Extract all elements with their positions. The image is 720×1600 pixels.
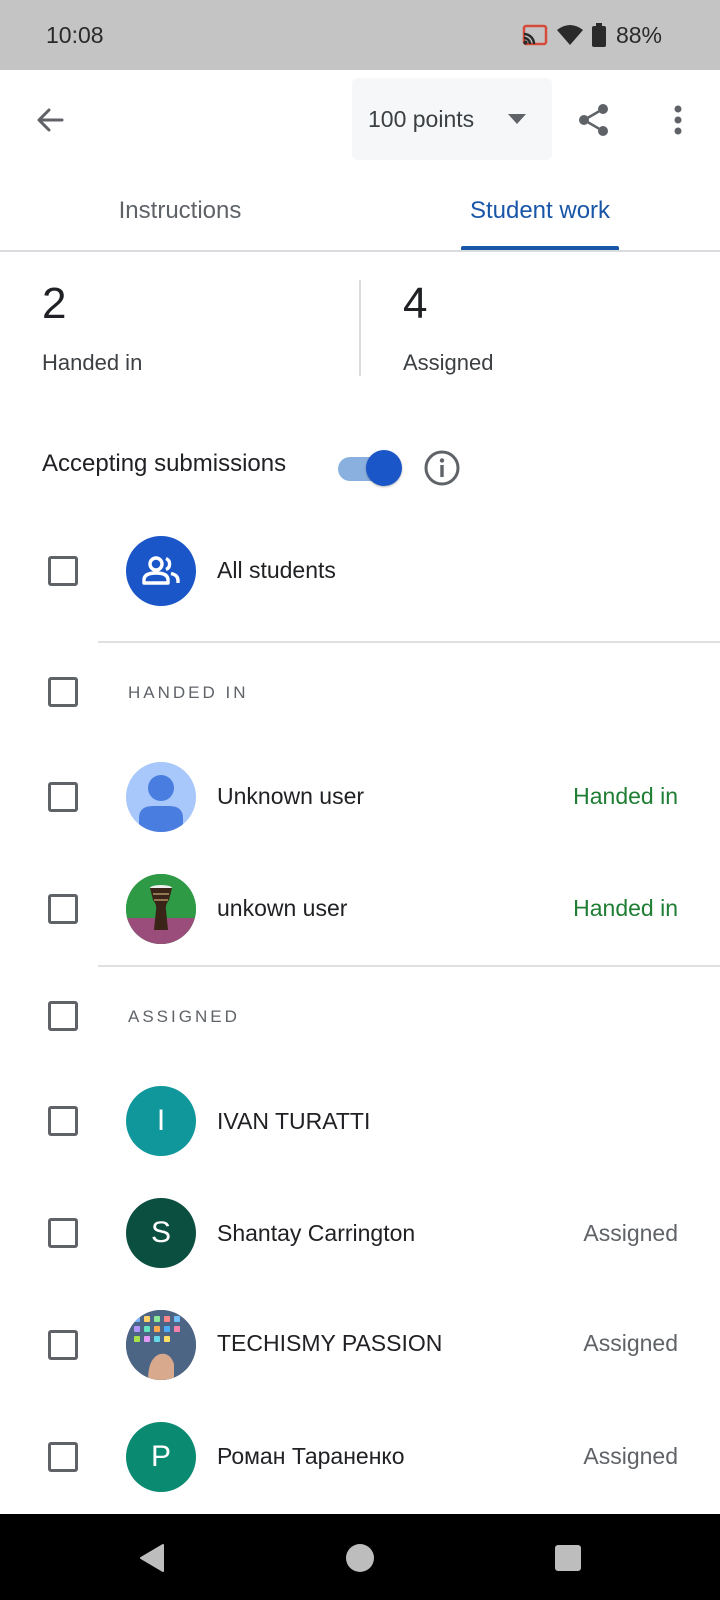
accepting-submissions-label: Accepting submissions — [42, 450, 287, 477]
student-name[interactable]: Роман Тараненко — [217, 1443, 405, 1470]
tab-bar: Instructions Student work — [0, 172, 720, 252]
drum-photo-icon — [126, 874, 196, 944]
tab-student-work[interactable]: Student work — [450, 172, 630, 250]
stat-assigned[interactable]: 4 Assigned — [403, 282, 494, 376]
student-status: Handed in — [573, 895, 678, 921]
avatar: P — [126, 1422, 196, 1492]
nav-recents-button[interactable] — [548, 1538, 588, 1578]
points-dropdown[interactable]: 100 points — [352, 78, 552, 160]
student-checkbox[interactable] — [48, 1106, 78, 1136]
accepting-submissions-toggle[interactable] — [336, 450, 402, 486]
nav-home-button[interactable] — [340, 1538, 380, 1578]
student-name[interactable]: TECHISMY PASSION — [217, 1330, 442, 1357]
all-students-checkbox[interactable] — [48, 556, 78, 586]
share-button[interactable] — [568, 94, 620, 146]
student-checkbox[interactable] — [48, 1218, 78, 1248]
chevron-down-icon — [508, 114, 526, 124]
nav-back-icon — [140, 1544, 164, 1572]
section-label-assigned: ASSIGNED — [128, 1007, 240, 1026]
student-status: Assigned — [583, 1330, 678, 1356]
avatar-initial: S — [150, 1216, 171, 1249]
student-name[interactable]: unkown user — [217, 895, 347, 922]
info-button[interactable] — [422, 448, 464, 490]
student-status: Handed in — [573, 783, 678, 809]
avatar — [126, 1310, 196, 1380]
student-name[interactable]: Shantay Carrington — [217, 1220, 415, 1247]
battery-percent: 88% — [615, 21, 662, 48]
student-checkbox[interactable] — [48, 1330, 78, 1360]
avatar-initial: I — [156, 1104, 166, 1137]
nav-back-button[interactable] — [132, 1538, 172, 1578]
avatar: S — [126, 1198, 196, 1268]
more-vert-icon — [674, 105, 682, 135]
toggle-thumb — [366, 450, 402, 486]
stat-assigned-number: 4 — [403, 279, 428, 328]
student-checkbox[interactable] — [48, 894, 78, 924]
tab-indicator — [461, 246, 619, 250]
divider — [98, 641, 720, 643]
assigned-section-checkbox[interactable] — [48, 1001, 78, 1031]
avatar-initial: P — [150, 1440, 171, 1473]
wifi-icon — [556, 24, 584, 46]
points-label: 100 points — [368, 105, 475, 132]
nav-home-icon — [346, 1544, 374, 1572]
stat-assigned-label: Assigned — [403, 350, 494, 375]
student-checkbox[interactable] — [48, 782, 78, 812]
more-options-button[interactable] — [652, 94, 704, 146]
all-students-label[interactable]: All students — [217, 557, 336, 584]
divider — [98, 965, 720, 967]
nav-recents-icon — [555, 1545, 581, 1571]
share-icon — [579, 104, 608, 136]
handed-in-section-checkbox[interactable] — [48, 677, 78, 707]
section-label-handed-in: HANDED IN — [128, 683, 249, 702]
all-students-avatar — [126, 536, 196, 606]
avatar — [126, 762, 196, 832]
student-name[interactable]: IVAN TURATTI — [217, 1108, 370, 1135]
stat-handed-in-label: Handed in — [42, 350, 143, 375]
avatar — [126, 874, 196, 944]
student-checkbox[interactable] — [48, 1442, 78, 1472]
battery-icon — [591, 23, 606, 47]
student-name[interactable]: Unknown user — [217, 783, 364, 810]
system-nav-bar — [0, 1514, 720, 1600]
phone-photo-icon — [126, 1310, 196, 1380]
status-icons: 88% — [522, 20, 662, 50]
cast-icon — [522, 24, 548, 46]
app-bar: 100 points — [0, 70, 720, 170]
avatar: I — [126, 1086, 196, 1156]
stat-handed-in[interactable]: 2 Handed in — [42, 282, 142, 376]
status-bar: 10:08 88% — [0, 0, 720, 70]
group-icon — [142, 556, 180, 585]
tab-instructions[interactable]: Instructions — [60, 172, 300, 250]
back-button[interactable] — [24, 94, 76, 146]
back-arrow-icon — [37, 108, 64, 132]
student-status: Assigned — [583, 1443, 678, 1469]
status-time: 10:08 — [46, 22, 104, 48]
stat-divider — [359, 280, 361, 376]
student-status: Assigned — [583, 1220, 678, 1246]
info-icon — [424, 450, 460, 486]
stat-handed-in-number: 2 — [42, 279, 67, 328]
default-person-icon — [139, 775, 183, 832]
